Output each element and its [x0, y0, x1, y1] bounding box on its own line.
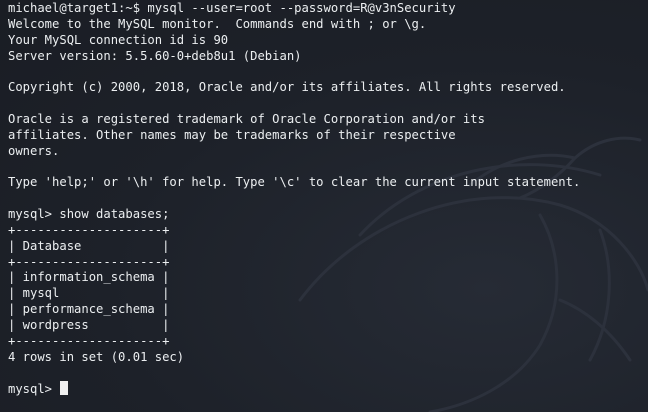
table-row: | information_schema |	[8, 270, 170, 285]
output-line: Oracle is a registered trademark of Orac…	[8, 111, 485, 126]
table-border: +--------------------+	[8, 222, 170, 237]
command-line: michael@target1:~$ mysql --user=root --p…	[8, 1, 456, 15]
output-line: Your MySQL connection id is 90	[8, 32, 229, 47]
output-line: owners.	[8, 143, 60, 158]
table-row: | performance_schema |	[8, 302, 170, 317]
output-line: Copyright (c) 2000, 2018, Oracle and/or …	[8, 80, 566, 95]
text-cursor	[60, 381, 69, 396]
output-line: affiliates. Other names may be trademark…	[8, 127, 456, 142]
prompt-line[interactable]: mysql>	[8, 381, 648, 397]
terminal-window[interactable]: michael@target1:~$ mysql --user=root --p…	[0, 0, 648, 412]
table-header: | Database |	[8, 238, 170, 253]
table-row: | mysql |	[8, 286, 170, 301]
result-summary: 4 rows in set (0.01 sec)	[8, 349, 185, 364]
table-border: +--------------------+	[8, 254, 170, 269]
table-row: | wordpress |	[8, 317, 170, 332]
output-line: Server version: 5.5.60-0+deb8u1 (Debian)	[8, 48, 302, 63]
table-border: +--------------------+	[8, 333, 170, 348]
output-line: Type 'help;' or '\h' for help. Type '\c'…	[8, 175, 581, 190]
mysql-prompt: mysql>	[8, 382, 60, 397]
output-line: Welcome to the MySQL monitor. Commands e…	[8, 16, 427, 31]
command-line: mysql> show databases;	[8, 206, 170, 221]
